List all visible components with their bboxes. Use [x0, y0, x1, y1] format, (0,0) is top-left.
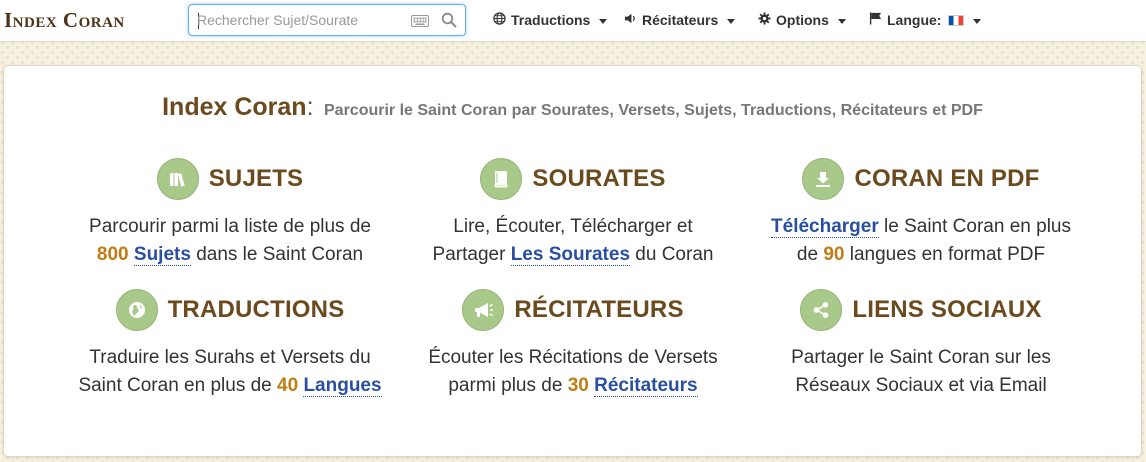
feature-subjects-line1: Parcourir parmi la liste de plus de: [89, 216, 371, 237]
feature-pdf-description: Télécharger le Saint Coran en plus de 90…: [741, 213, 1101, 269]
feature-social-line1: Partager le Saint Coran sur les: [791, 347, 1051, 368]
books-icon: [156, 158, 199, 200]
feature-social: LIENS SOCIAUX Partager le Saint Coran su…: [741, 288, 1101, 400]
search-box[interactable]: [188, 4, 466, 36]
feature-subjects-description: Parcourir parmi la liste de plus de 800 …: [50, 213, 410, 269]
feature-subjects: SUJETS Parcourir parmi la liste de plus …: [50, 157, 410, 269]
translations-menu-label: Traductions: [511, 12, 591, 28]
globe-icon: [493, 12, 506, 28]
translations-count: 40: [277, 375, 299, 396]
chevron-down-icon: [599, 18, 608, 24]
options-menu-label: Options: [776, 12, 829, 28]
feature-reciters-heading[interactable]: RÉCITATEURS: [393, 288, 753, 332]
feature-pdf-heading[interactable]: CORAN EN PDF: [741, 157, 1101, 201]
feature-reciters: RÉCITATEURS Écouter les Récitations de V…: [393, 288, 753, 400]
download-link[interactable]: Télécharger: [771, 216, 879, 238]
feature-subjects-title: SUJETS: [208, 165, 304, 192]
flag-icon: [869, 12, 882, 28]
page-title: Index Coran: [162, 93, 307, 121]
feature-translations-description: Traduire les Surahs et Versets du Saint …: [50, 344, 410, 400]
search-input[interactable]: [197, 10, 397, 30]
navbar: Index Coran Rechercher Sujet/Sourate Tra…: [0, 0, 1146, 42]
feature-translations-line1: Traduire les Surahs et Versets du: [89, 347, 371, 368]
feature-reciters-line1: Écouter les Récitations de Versets: [428, 347, 718, 368]
reciters-link[interactable]: Récitateurs: [594, 375, 698, 397]
feature-social-title: LIENS SOCIAUX: [852, 296, 1042, 323]
feature-surahs-title: SOURATES: [532, 165, 666, 192]
languages-link[interactable]: Langues: [303, 375, 382, 397]
feature-reciters-title: RÉCITATEURS: [514, 296, 684, 323]
feature-surahs-tail: du Coran: [630, 244, 714, 265]
chevron-down-icon: [973, 18, 982, 24]
reciters-menu-label: Récitateurs: [642, 12, 719, 28]
feature-reciters-description: Écouter les Récitations de Versets parmi…: [393, 344, 753, 400]
language-menu-label: Langue:: [887, 12, 942, 28]
feature-translations: TRADUCTIONS Traduire les Surahs et Verse…: [50, 288, 410, 400]
feature-surahs: SOURATES Lire, Écouter, Télécharger et P…: [393, 157, 753, 269]
feature-pdf-tail1: le Saint Coran en plus: [878, 216, 1071, 237]
feature-surahs-line1: Lire, Écouter, Télécharger et: [453, 216, 693, 237]
megaphone-icon: [462, 289, 505, 331]
feature-pdf-pre: de: [796, 244, 824, 265]
feature-translations-heading[interactable]: TRADUCTIONS: [50, 288, 410, 332]
feature-subjects-heading[interactable]: SUJETS: [50, 157, 410, 201]
surahs-link[interactable]: Les Sourates: [510, 244, 631, 266]
translations-menu[interactable]: Traductions: [493, 10, 608, 30]
feature-reciters-pre: parmi plus de: [448, 375, 568, 396]
chevron-down-icon: [837, 18, 846, 24]
feature-pdf: CORAN EN PDF Télécharger le Saint Coran …: [741, 157, 1101, 269]
feature-social-heading[interactable]: LIENS SOCIAUX: [741, 288, 1101, 332]
keyboard-icon[interactable]: [411, 14, 429, 32]
feature-pdf-title: CORAN EN PDF: [854, 165, 1040, 192]
pdf-languages-count: 90: [823, 244, 845, 265]
language-menu[interactable]: Langue:: [869, 10, 982, 30]
page-subtitle: Parcourir le Saint Coran par Sourates, V…: [324, 102, 983, 119]
main-panel: Index Coran: Parcourir le Saint Coran pa…: [3, 65, 1142, 457]
subjects-link[interactable]: Sujets: [133, 244, 191, 266]
options-menu[interactable]: Options: [758, 10, 846, 30]
feature-translations-pre: Saint Coran en plus de: [78, 375, 278, 396]
feature-pdf-tail2: langues en format PDF: [844, 244, 1046, 265]
feature-social-line2: Réseaux Sociaux et via Email: [795, 375, 1047, 396]
book-icon: [480, 158, 523, 200]
gear-icon: [758, 12, 771, 28]
globe-icon: [115, 289, 158, 331]
subjects-count: 800: [96, 244, 129, 265]
title-separator: :: [306, 93, 314, 121]
feature-subjects-tail: dans le Saint Coran: [190, 244, 364, 265]
feature-surahs-heading[interactable]: SOURATES: [393, 157, 753, 201]
speaker-icon: [624, 12, 637, 28]
reciters-count: 30: [567, 375, 589, 396]
site-logo[interactable]: Index Coran: [4, 7, 125, 33]
french-flag-icon: [948, 14, 965, 26]
download-icon: [802, 158, 845, 200]
feature-social-description: Partager le Saint Coran sur les Réseaux …: [741, 344, 1101, 400]
search-icon[interactable]: [441, 12, 457, 33]
chevron-down-icon: [727, 18, 736, 24]
page-headline: Index Coran: Parcourir le Saint Coran pa…: [4, 93, 1141, 122]
feature-surahs-pre: Partager: [432, 244, 511, 265]
feature-translations-title: TRADUCTIONS: [167, 296, 345, 323]
feature-surahs-description: Lire, Écouter, Télécharger et Partager L…: [393, 213, 753, 269]
reciters-menu[interactable]: Récitateurs: [624, 10, 736, 30]
share-icon: [800, 289, 843, 331]
